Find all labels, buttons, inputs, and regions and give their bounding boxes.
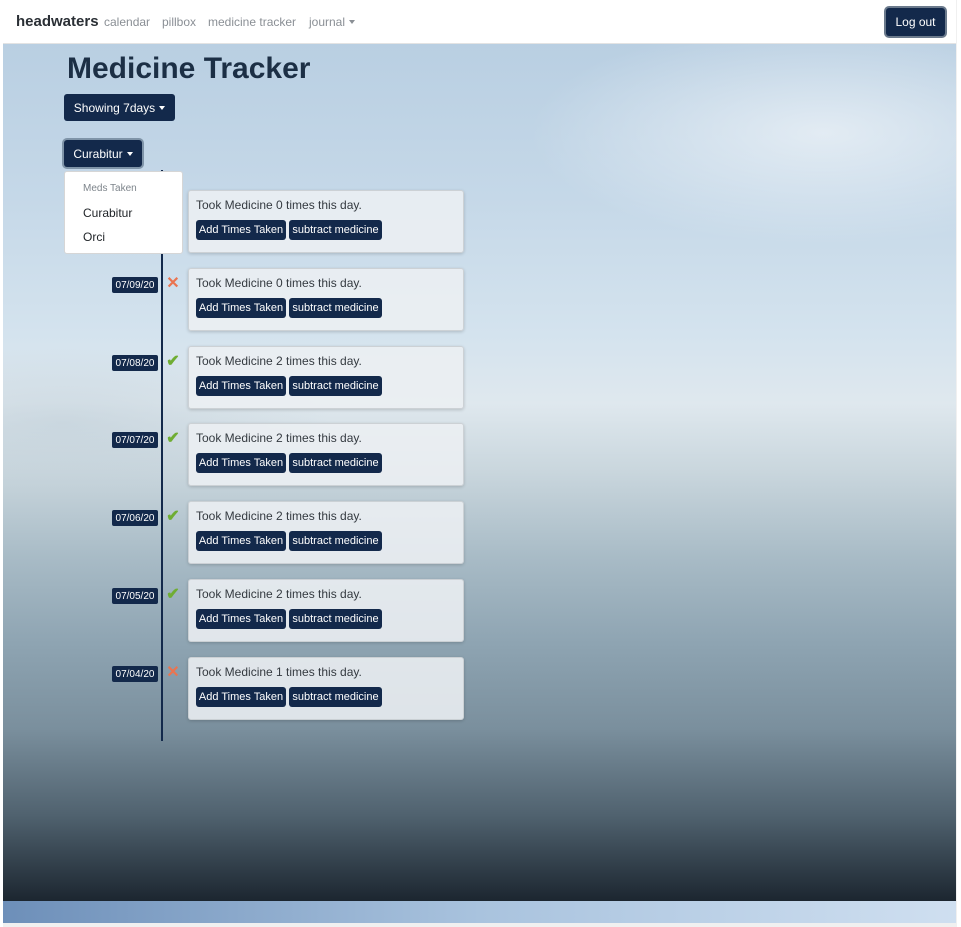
day-card: Took Medicine 0 times this day. Add Times… [188, 190, 464, 253]
timeline-line [161, 170, 163, 741]
menu-item-curabitur[interactable]: Curabitur [83, 206, 132, 220]
day-card: Took Medicine 2 times this day. Add Times… [188, 346, 464, 409]
day-card: Took Medicine 2 times this day. Add Times… [188, 423, 464, 486]
page-title: Medicine Tracker [67, 52, 311, 85]
cross-icon: ✕ [166, 664, 180, 681]
date-badge: 07/09/20 [112, 277, 158, 293]
medication-dropdown-menu: Meds Taken Curabitur Orci [64, 171, 183, 254]
date-badge: 07/04/20 [112, 666, 158, 682]
nav-link-calendar[interactable]: calendar [104, 15, 150, 29]
day-card-text: Took Medicine 2 times this day. [196, 354, 362, 368]
check-icon: ✔ [166, 586, 180, 603]
add-times-taken-button[interactable]: Add Times Taken [196, 220, 286, 240]
add-times-taken-button[interactable]: Add Times Taken [196, 453, 286, 473]
logout-button[interactable]: Log out [886, 8, 945, 36]
medication-dropdown-label: Curabitur [73, 146, 123, 161]
add-times-taken-button[interactable]: Add Times Taken [196, 531, 286, 551]
add-times-taken-button[interactable]: Add Times Taken [196, 687, 286, 707]
medication-dropdown-button[interactable]: Curabitur [64, 140, 142, 167]
check-icon: ✔ [166, 508, 180, 525]
nav-link-medicine-tracker[interactable]: medicine tracker [208, 15, 296, 29]
day-card-text: Took Medicine 2 times this day. [196, 509, 362, 523]
date-badge: 07/08/20 [112, 355, 158, 371]
menu-item-orci[interactable]: Orci [83, 230, 105, 244]
range-dropdown-button[interactable]: Showing 7days [64, 94, 175, 121]
date-badge: 07/05/20 [112, 588, 158, 604]
brand-logo[interactable]: headwaters [16, 13, 99, 30]
day-card-text: Took Medicine 2 times this day. [196, 587, 362, 601]
day-card: Took Medicine 2 times this day. Add Times… [188, 501, 464, 564]
subtract-medicine-button[interactable]: subtract medicine [289, 687, 382, 707]
navbar: headwaters calendar pillbox medicine tra… [3, 0, 956, 44]
day-card: Took Medicine 0 times this day. Add Times… [188, 268, 464, 331]
day-card-text: Took Medicine 2 times this day. [196, 431, 362, 445]
nav-dropdown-journal[interactable]: journal [309, 15, 355, 29]
subtract-medicine-button[interactable]: subtract medicine [289, 298, 382, 318]
day-card: Took Medicine 1 times this day. Add Times… [188, 657, 464, 720]
nav-link-pillbox[interactable]: pillbox [162, 15, 196, 29]
subtract-medicine-button[interactable]: subtract medicine [289, 609, 382, 629]
subtract-medicine-button[interactable]: subtract medicine [289, 376, 382, 396]
day-card-text: Took Medicine 0 times this day. [196, 198, 362, 212]
menu-header: Meds Taken [83, 183, 137, 194]
subtract-medicine-button[interactable]: subtract medicine [289, 453, 382, 473]
subtract-medicine-button[interactable]: subtract medicine [289, 220, 382, 240]
day-card-text: Took Medicine 0 times this day. [196, 276, 362, 290]
subtract-medicine-button[interactable]: subtract medicine [289, 531, 382, 551]
check-icon: ✔ [166, 430, 180, 447]
range-dropdown-label: Showing 7days [73, 100, 156, 115]
add-times-taken-button[interactable]: Add Times Taken [196, 298, 286, 318]
add-times-taken-button[interactable]: Add Times Taken [196, 609, 286, 629]
bottom-strip [3, 901, 956, 923]
add-times-taken-button[interactable]: Add Times Taken [196, 376, 286, 396]
cross-icon: ✕ [166, 275, 180, 292]
check-icon: ✔ [166, 353, 180, 370]
date-badge: 07/07/20 [112, 432, 158, 448]
day-card-text: Took Medicine 1 times this day. [196, 665, 362, 679]
day-card: Took Medicine 2 times this day. Add Times… [188, 579, 464, 642]
date-badge: 07/06/20 [112, 510, 158, 526]
